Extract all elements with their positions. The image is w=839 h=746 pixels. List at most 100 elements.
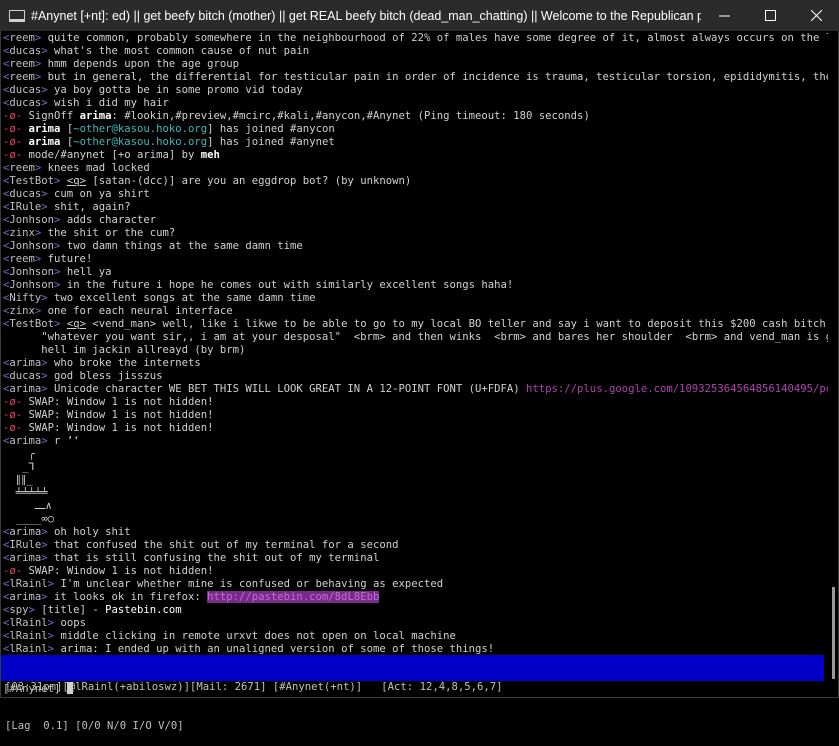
nick-bracket: > [34, 71, 48, 83]
nick: IRule [9, 201, 42, 213]
nick: ducas [9, 45, 42, 57]
log-line: <lRainl> I'm unclear whether mine is con… [3, 578, 828, 591]
minimize-icon [718, 15, 730, 17]
nick-bracket: > [41, 591, 55, 603]
log-line: <Jonhson> in the future i hope he comes … [3, 279, 828, 292]
log-line: ⎼∧ [3, 500, 828, 513]
log-line: <reem> future! [3, 253, 828, 266]
nick: reem [9, 162, 35, 174]
nick-bracket: > [54, 175, 67, 187]
channel-prompt: [#Anynet] [3, 683, 67, 695]
nick: lRainl [9, 643, 48, 655]
ascii-art: ____∞○ [3, 513, 55, 525]
log-line: <Jonhson> two damn things at the same da… [3, 240, 828, 253]
log-line: <TestBot> <q> [satan-(dcc)] are you an e… [3, 175, 828, 188]
nick-bracket: > [41, 370, 55, 382]
nick: reem [9, 58, 35, 70]
command-input[interactable]: [#Anynet] [3, 682, 73, 696]
nick: Nifty [9, 292, 42, 304]
terminal-scrollbar[interactable] [829, 31, 838, 697]
log-line: <lRainl> middle clicking in remote urxvt… [3, 630, 828, 643]
nick-bracket: > [41, 539, 55, 551]
log-line: -ø- arima [~other@kasou.hoko.org] has jo… [3, 123, 828, 136]
log-line: <zinx> one for each neural interface [3, 305, 828, 318]
message-text: that confused the shit out of my termina… [54, 539, 399, 551]
terminal-app-icon [9, 9, 25, 22]
log-line: -ø- arima [~other@kasou.hoko.org] has jo… [3, 136, 828, 149]
ascii-art: ╭ [3, 448, 35, 460]
status-line-lag: [Lag 0.1] [0/0 N/0 I/O V/0] [5, 720, 184, 732]
log-line: <arima> it looks ok in firefox: http://p… [3, 591, 828, 604]
log-line: <reem> quite common, probably somewhere … [3, 32, 828, 45]
log-line: <ducas> god bless jisszus [3, 370, 828, 383]
nick-bracket: > [41, 45, 55, 57]
message-text: one for each neural interface [47, 305, 233, 317]
nick: zinx [9, 227, 35, 239]
event-part: ~other@kasou.hoko.org [73, 123, 208, 135]
log-line: <Nifty> two excellent songs at the same … [3, 292, 828, 305]
message-part: [title] - [41, 604, 106, 616]
message-part: <vend_man> well, like i likwe to be able… [85, 318, 828, 330]
status-bar: [03:31pm][@lRainl(+abiloswz)][Mail: 2671… [1, 655, 824, 732]
message-text: cum on ya shirt [54, 188, 150, 200]
log-line: -ø- SignOff arima: #lookin,#preview,#mci… [3, 110, 828, 123]
nick: spy [9, 604, 29, 616]
log-line: -ø- SWAP: Window 1 is not hidden! [3, 396, 828, 409]
log-line: <zinx> the shit or the cum? [3, 227, 828, 240]
nick: lRainl [9, 617, 48, 629]
message-part: Unicode character WE BET THIS WILL LOOK … [54, 383, 527, 395]
nick-bracket: > [41, 201, 55, 213]
event-part: : #lookin,#preview,#mcirc,#kali,#anycon,… [111, 110, 590, 122]
nick-bracket: > [47, 578, 61, 590]
nick: ducas [9, 97, 42, 109]
nick-bracket: > [34, 253, 48, 265]
message-text: that is still confusing the shit out of … [54, 552, 380, 564]
log-line: <IRule> shit, again? [3, 201, 828, 214]
message-text: middle clicking in remote urxvt does not… [60, 630, 456, 642]
log-line: <ducas> what's the most common cause of … [3, 45, 828, 58]
nick-bracket: > [34, 58, 48, 70]
minimize-button[interactable] [701, 0, 747, 31]
message-part: it looks ok in firefox: [54, 591, 208, 603]
nick: reem [9, 253, 35, 265]
maximize-button[interactable] [747, 0, 793, 31]
log-line: <ducas> ya boy gotta be in some promo vi… [3, 84, 828, 97]
message-part: Pastebin.com [105, 604, 182, 616]
ascii-art: ∥∥_ [3, 474, 33, 486]
message-text: r ’‘ [54, 435, 80, 447]
nick: Jonhson [9, 279, 55, 291]
log-line: <arima> oh holy shit [3, 526, 828, 539]
nick: TestBot [9, 318, 55, 330]
log-line: <reem> but in general, the differential … [3, 71, 828, 84]
message-text: quite common, probably somewhere in the … [47, 32, 828, 44]
message-text: I'm unclear whether mine is confused or … [60, 578, 444, 590]
log-line: <lRainl> oops [3, 617, 828, 630]
message-text: in the future i hope he comes out with s… [66, 279, 514, 291]
window-title: #Anynet [+nt]: ed) || get beefy bitch (m… [31, 8, 701, 23]
event-part: SWAP: Window 1 is not hidden! [28, 565, 214, 577]
log-line: <TestBot> <q> <vend_man> well, like i li… [3, 318, 828, 331]
nick-bracket: > [41, 188, 55, 200]
event-part: ~other@kasou.hoko.org [73, 136, 208, 148]
message-text: two excellent songs at the same damn tim… [54, 292, 316, 304]
message-text: knees mad locked [47, 162, 150, 174]
nick: arima [9, 383, 42, 395]
message-part: <q> [66, 175, 86, 187]
terminal-area[interactable]: <reem> quite common, probably somewhere … [1, 31, 828, 697]
scrollbar-thumb[interactable] [832, 587, 835, 679]
nick: ducas [9, 188, 42, 200]
ascii-art: ⎼∧ [3, 500, 52, 512]
event-marker: - [15, 110, 29, 122]
log-line: <arima> that is still confusing the shit… [3, 552, 828, 565]
nick-bracket: > [41, 383, 55, 395]
event-marker: - [15, 409, 29, 421]
nick: reem [9, 32, 35, 44]
event-part: [ [60, 136, 74, 148]
nick-bracket: > [54, 240, 67, 252]
event-marker: - [15, 149, 29, 161]
text-cursor [66, 682, 73, 694]
message-link: https://plus.google.com/1093253645648561… [526, 383, 828, 395]
event-part: [ [60, 123, 74, 135]
close-button[interactable] [793, 0, 839, 31]
message-text: oh holy shit [54, 526, 131, 538]
